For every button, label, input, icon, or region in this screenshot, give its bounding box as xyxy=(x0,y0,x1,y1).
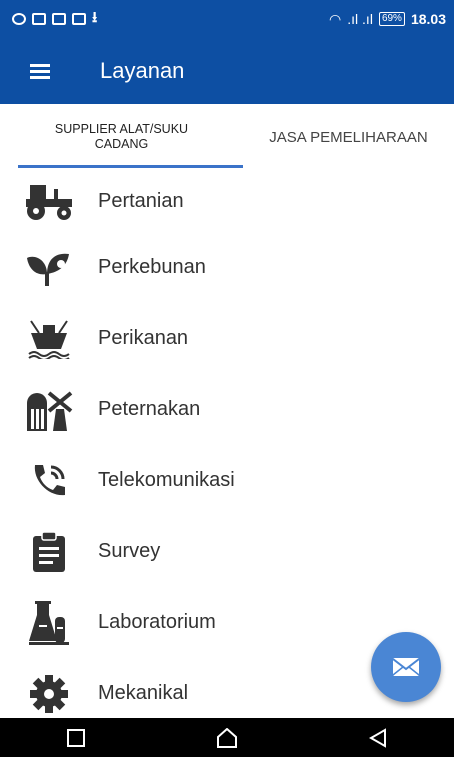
recent-apps-icon xyxy=(66,728,85,747)
list-item-label: Survey xyxy=(98,540,161,562)
message-fab-button[interactable] xyxy=(371,632,441,702)
image-icon xyxy=(52,13,66,25)
screen-icon xyxy=(72,13,86,25)
status-bar: ⭳ ◠ .ıl .ıl 69% 18.03 xyxy=(0,0,454,38)
download-icon: ⭳ xyxy=(92,8,98,26)
list-item-survey[interactable]: Survey xyxy=(0,516,454,587)
list-item-pertanian[interactable]: Pertanian xyxy=(0,170,454,232)
recent-apps-button[interactable] xyxy=(46,718,106,757)
wifi-icon: ◠ xyxy=(329,10,342,27)
list-item-perkebunan[interactable]: Perkebunan xyxy=(0,232,454,303)
lab-flask-icon xyxy=(29,600,69,645)
clock: 18.03 xyxy=(410,11,446,27)
tab-bar: SUPPLIER ALAT/SUKU CADANG JASA PEMELIHAR… xyxy=(0,104,454,170)
tab-supplier[interactable]: SUPPLIER ALAT/SUKU CADANG xyxy=(0,104,243,170)
clipboard-icon xyxy=(33,530,65,572)
phone-call-icon xyxy=(34,464,65,495)
home-button[interactable] xyxy=(197,718,257,757)
message-icon xyxy=(32,13,46,25)
menu-button[interactable] xyxy=(0,38,80,104)
list-item-label: Mekanikal xyxy=(98,682,189,704)
list-item-label: Perkebunan xyxy=(98,256,206,278)
envelope-icon xyxy=(393,658,419,676)
signal-icon: .ıl .ıl xyxy=(347,11,373,27)
barn-windmill-icon xyxy=(27,390,73,431)
tab-jasa-pemeliharaan[interactable]: JASA PEMELIHARAAN xyxy=(243,104,454,170)
list-item-label: Perikanan xyxy=(98,327,189,349)
fishing-boat-icon xyxy=(28,319,70,359)
list-item-label: Pertanian xyxy=(98,189,184,212)
android-nav-bar xyxy=(0,718,454,757)
notification-icons: ⭳ xyxy=(12,7,97,32)
system-indicators: ◠ .ıl .ıl 69% 18.03 xyxy=(329,11,446,28)
list-item-label: Telekomunikasi xyxy=(98,469,235,491)
list-item-telekomunikasi[interactable]: Telekomunikasi xyxy=(0,445,454,516)
back-icon xyxy=(369,727,387,748)
back-button[interactable] xyxy=(348,718,408,757)
app-bar: Layanan xyxy=(0,38,454,104)
home-icon xyxy=(216,727,237,748)
gear-icon xyxy=(30,674,68,713)
leaf-sprout-icon xyxy=(27,253,69,286)
tractor-icon xyxy=(26,185,72,220)
list-item-perikanan[interactable]: Perikanan xyxy=(0,303,454,374)
battery-icon: 69% xyxy=(378,12,405,26)
list-item-label: Laboratorium xyxy=(98,611,216,633)
hamburger-icon xyxy=(30,64,50,79)
list-item-label: Peternakan xyxy=(98,398,201,420)
list-item-peternakan[interactable]: Peternakan xyxy=(0,374,454,445)
page-title: Layanan xyxy=(100,58,185,83)
sync-icon xyxy=(12,13,26,25)
